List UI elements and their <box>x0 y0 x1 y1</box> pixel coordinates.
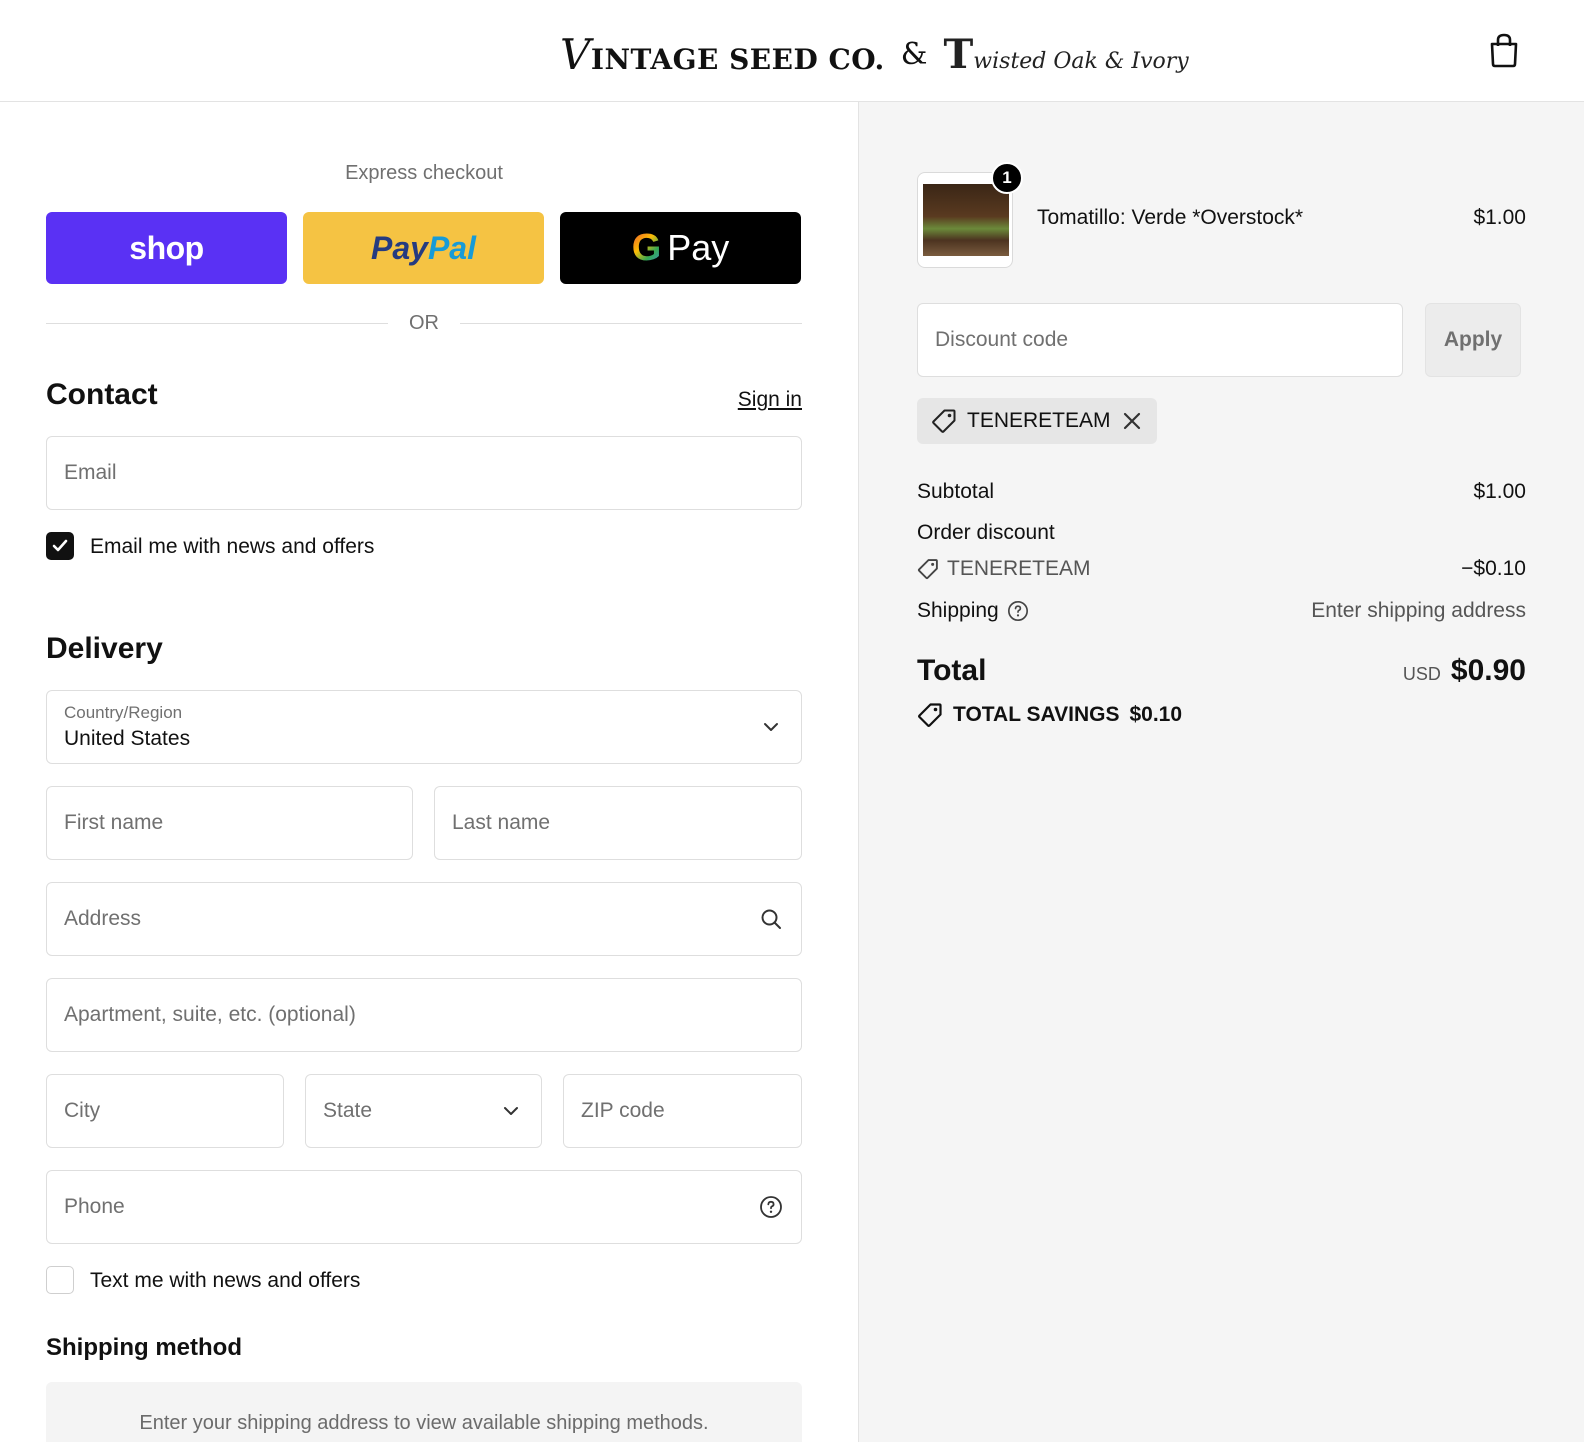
shopping-bag-icon[interactable] <box>1488 32 1520 68</box>
email-optin-label: Email me with news and offers <box>90 535 375 558</box>
sms-optin-label: Text me with news and offers <box>90 1269 361 1292</box>
shop-pay-button[interactable]: shop <box>46 212 287 284</box>
help-circle-icon[interactable] <box>1007 600 1029 622</box>
chevron-down-icon <box>504 1107 518 1115</box>
shipping-value: Enter shipping address <box>1311 599 1526 622</box>
quantity-badge: 1 <box>991 162 1023 194</box>
order-discount-code: TENERETEAM <box>947 557 1091 580</box>
tag-icon <box>932 409 956 433</box>
order-discount-value: −$0.10 <box>1461 557 1526 580</box>
shipping-label: Shipping <box>917 599 999 622</box>
close-icon[interactable] <box>1121 410 1143 432</box>
search-icon[interactable] <box>759 907 783 931</box>
express-checkout-title: Express checkout <box>345 162 503 184</box>
paypal-label-pal: Pal <box>427 229 476 266</box>
email-placeholder: Email <box>64 461 117 484</box>
total-amount: USD $0.90 <box>1403 654 1526 688</box>
email-field[interactable]: Email <box>46 436 802 510</box>
applied-discount-code: TENERETEAM <box>967 409 1111 432</box>
order-summary: 1 Tomatillo: Verde *Overstock* $1.00 Dis… <box>858 102 1584 1442</box>
google-pay-label: Pay <box>667 227 730 268</box>
product-image <box>923 184 1009 256</box>
paypal-button[interactable]: Pay Pal <box>303 212 544 284</box>
store-logo[interactable]: VINTAGE SEED CO. & Twisted Oak & Ivory <box>560 24 1189 84</box>
product-price: $1.00 <box>1473 206 1526 229</box>
shipping-method-note: Enter your shipping address to view avai… <box>139 1412 709 1434</box>
total-currency: USD <box>1402 664 1441 684</box>
apartment-placeholder: Apartment, suite, etc. (optional) <box>64 1003 356 1026</box>
country-value: United States <box>64 727 191 750</box>
paypal-label-pay: Pay <box>371 229 428 266</box>
checkout-form: Express checkout shop Pay Pal G Pay OR Co… <box>0 102 858 1442</box>
city-placeholder: City <box>64 1099 101 1122</box>
total-value: $0.90 <box>1450 654 1526 687</box>
checkmark-icon <box>52 539 68 552</box>
logo-twisted-oak: Twisted Oak & Ivory <box>943 30 1189 78</box>
applied-discount-chip: TENERETEAM <box>917 398 1157 444</box>
state-select[interactable]: State <box>305 1074 542 1148</box>
shipping-row: Shipping <box>917 599 1029 623</box>
apply-discount-button[interactable]: Apply <box>1425 303 1521 377</box>
savings-label: TOTAL SAVINGS <box>953 703 1120 726</box>
country-label: Country/Region <box>64 703 183 722</box>
delivery-heading: Delivery <box>46 632 163 665</box>
chevron-down-icon <box>764 723 778 731</box>
city-field[interactable]: City <box>46 1074 284 1148</box>
shipping-method-note-box: Enter your shipping address to view avai… <box>46 1382 802 1442</box>
subtotal-label: Subtotal <box>917 480 995 503</box>
country-select[interactable]: Country/Region United States <box>46 690 802 764</box>
discount-code-placeholder: Discount code <box>935 328 1069 351</box>
contact-heading: Contact <box>46 378 158 411</box>
logo-ampersand: & <box>900 36 928 72</box>
shop-pay-label: shop <box>129 229 204 266</box>
total-savings: TOTAL SAVINGS $0.10 <box>917 702 1182 728</box>
sms-optin-checkbox[interactable] <box>46 1266 74 1294</box>
subtotal-value: $1.00 <box>1473 480 1526 503</box>
email-optin-checkbox[interactable] <box>46 532 74 560</box>
google-g-icon: G <box>631 226 662 269</box>
zip-code-field[interactable]: ZIP code <box>563 1074 802 1148</box>
address-placeholder: Address <box>64 907 142 930</box>
first-name-field[interactable]: First name <box>46 786 413 860</box>
tag-icon <box>917 559 938 580</box>
zip-code-placeholder: ZIP code <box>581 1099 665 1122</box>
or-divider: OR <box>46 310 802 338</box>
last-name-placeholder: Last name <box>452 811 551 834</box>
google-pay-button[interactable]: G Pay <box>560 212 801 284</box>
savings-tag-icon <box>918 703 942 727</box>
last-name-field[interactable]: Last name <box>434 786 802 860</box>
shipping-method-heading: Shipping method <box>46 1334 242 1361</box>
order-discount-label: Order discount <box>917 521 1055 544</box>
apartment-field[interactable]: Apartment, suite, etc. (optional) <box>46 978 802 1052</box>
order-discount-code-row: TENERETEAM <box>917 557 1091 581</box>
address-field[interactable]: Address <box>46 882 802 956</box>
total-label: Total <box>917 654 987 687</box>
header: VINTAGE SEED CO. & Twisted Oak & Ivory <box>0 0 1584 102</box>
state-placeholder: State <box>323 1099 373 1122</box>
savings-value: $0.10 <box>1129 703 1183 726</box>
discount-code-field[interactable]: Discount code <box>917 303 1403 377</box>
help-circle-icon[interactable] <box>759 1195 783 1219</box>
logo-vintage-seed: VINTAGE SEED CO. <box>560 29 885 79</box>
phone-placeholder: Phone <box>64 1195 125 1218</box>
first-name-placeholder: First name <box>64 811 164 834</box>
sign-in-link[interactable]: Sign in <box>738 388 802 412</box>
phone-field[interactable]: Phone <box>46 1170 802 1244</box>
product-name: Tomatillo: Verde *Overstock* <box>1037 206 1304 229</box>
